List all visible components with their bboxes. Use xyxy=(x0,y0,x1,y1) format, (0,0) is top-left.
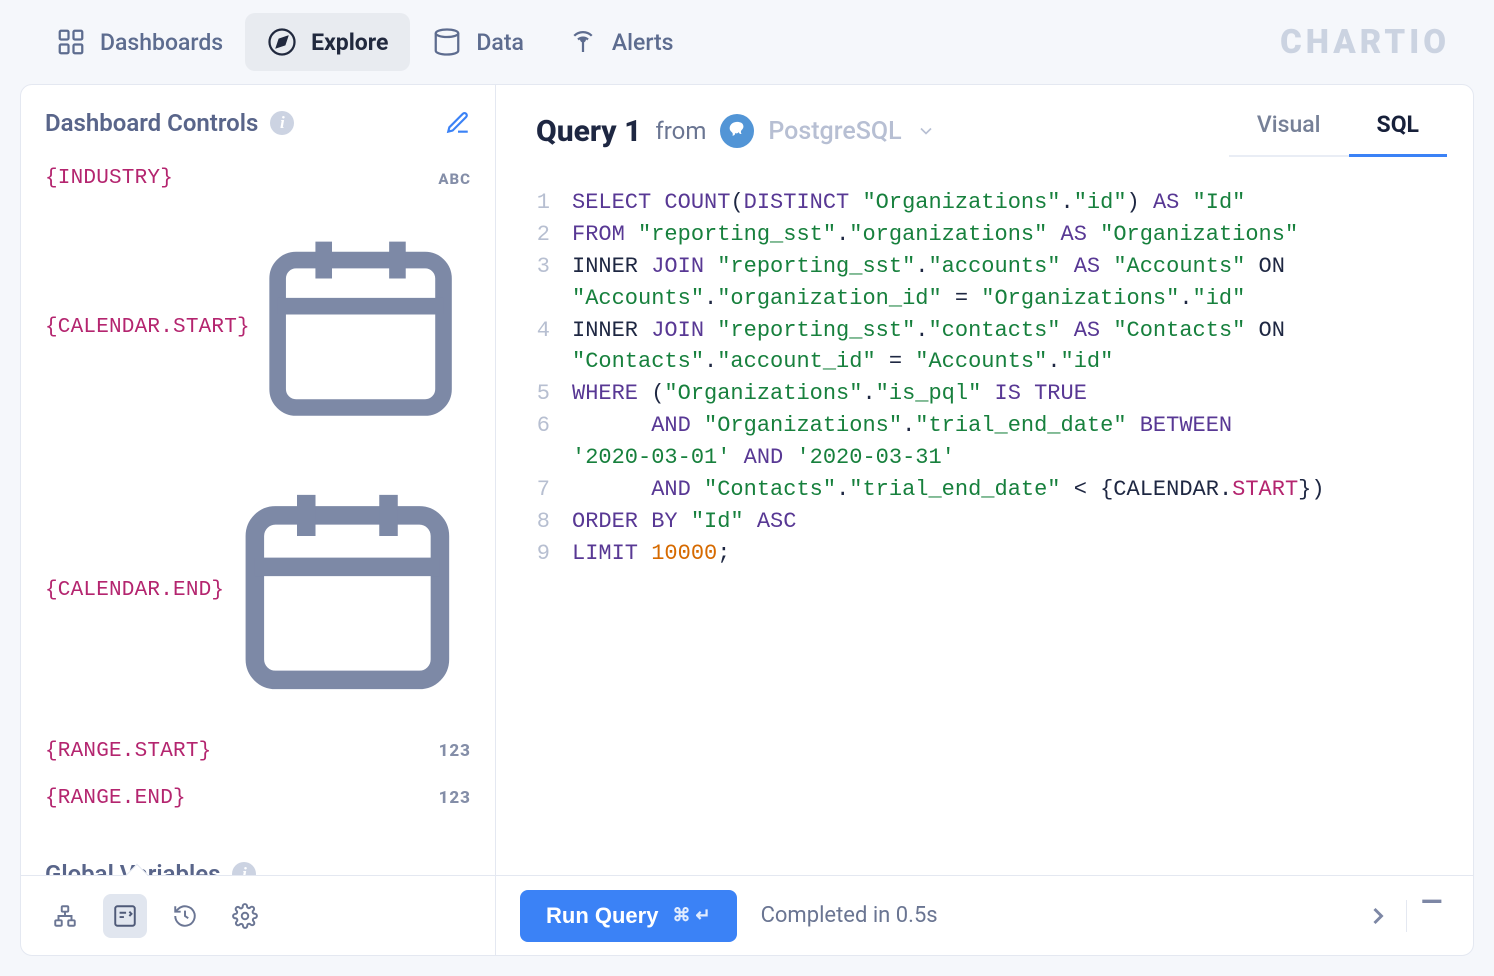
calendar-icon xyxy=(250,214,471,440)
control-variable[interactable]: {RANGE.END} 123 xyxy=(45,775,471,822)
minimize-icon[interactable]: — xyxy=(1421,902,1449,930)
database-icon xyxy=(432,27,462,57)
nav-data[interactable]: Data xyxy=(410,13,545,71)
nav-label: Dashboards xyxy=(100,29,223,56)
query-status: Completed in 0.5s xyxy=(761,903,938,928)
nav-label: Data xyxy=(476,29,523,56)
control-variable[interactable]: {RANGE.START} 123 xyxy=(45,728,471,775)
tab-sql[interactable]: SQL xyxy=(1349,105,1447,157)
type-text-icon: ABC xyxy=(438,169,471,189)
info-icon[interactable]: i xyxy=(270,111,294,135)
control-variable[interactable]: {CALENDAR.END} xyxy=(45,452,471,728)
antenna-icon xyxy=(568,27,598,57)
nav-label: Explore xyxy=(311,29,388,56)
control-variable[interactable]: {INDUSTRY} ABC xyxy=(45,155,471,202)
chevron-down-icon[interactable] xyxy=(916,121,936,141)
nav-dashboards[interactable]: Dashboards xyxy=(34,13,245,71)
code-content[interactable]: SELECT COUNT(DISTINCT "Organizations"."i… xyxy=(572,187,1325,875)
variable-label: {RANGE.END} xyxy=(45,787,186,810)
from-label: from xyxy=(655,117,706,145)
calendar-icon xyxy=(224,464,471,716)
variable-label: {RANGE.START} xyxy=(45,740,211,763)
sql-editor[interactable]: 1 2 3 4 5 6 7 8 9 SELECT COUNT(DISTINCT … xyxy=(522,187,1447,875)
run-label: Run Query xyxy=(546,903,658,929)
query-title: Query 1 xyxy=(536,114,641,149)
brand-logo: CHARTIO xyxy=(1280,23,1460,62)
tree-icon[interactable] xyxy=(43,894,87,938)
query-panel: Query 1 from PostgreSQL Visual SQL 1 xyxy=(496,85,1473,875)
pencil-icon[interactable] xyxy=(445,110,471,136)
run-shortcut: ⌘ ↵ xyxy=(672,905,710,926)
type-number-icon: 123 xyxy=(439,741,471,761)
nav-explore[interactable]: Explore xyxy=(245,13,410,71)
top-nav: Dashboards Explore Data xyxy=(0,0,1494,84)
section-title: Dashboard Controls xyxy=(45,109,258,137)
compass-icon xyxy=(267,27,297,57)
gear-icon[interactable] xyxy=(223,894,267,938)
chevron-right-icon[interactable] xyxy=(1364,902,1392,930)
footer-bar: Run Query ⌘ ↵ Completed in 0.5s — xyxy=(21,875,1473,955)
variable-label: {CALENDAR.END} xyxy=(45,579,224,602)
variable-label: {INDUSTRY} xyxy=(45,167,173,190)
tab-visual[interactable]: Visual xyxy=(1229,105,1349,157)
nav-label: Alerts xyxy=(612,29,674,56)
variable-panel-icon[interactable] xyxy=(103,894,147,938)
postgres-icon xyxy=(720,114,754,148)
control-variable[interactable]: {CALENDAR.START} xyxy=(45,202,471,452)
nav-alerts[interactable]: Alerts xyxy=(546,13,696,71)
history-icon[interactable] xyxy=(163,894,207,938)
editor-card: Dashboard Controls i {INDUSTRY} ABC {CALEN… xyxy=(20,84,1474,956)
variable-label: {CALENDAR.START} xyxy=(45,316,250,339)
run-query-button[interactable]: Run Query ⌘ ↵ xyxy=(520,890,737,942)
datasource-name[interactable]: PostgreSQL xyxy=(768,117,901,146)
controls-sidebar: Dashboard Controls i {INDUSTRY} ABC {CALEN… xyxy=(21,85,496,875)
dashboards-icon xyxy=(56,27,86,57)
type-number-icon: 123 xyxy=(439,788,471,808)
info-icon[interactable]: i xyxy=(232,862,256,875)
line-gutter: 1 2 3 4 5 6 7 8 9 xyxy=(532,187,572,875)
